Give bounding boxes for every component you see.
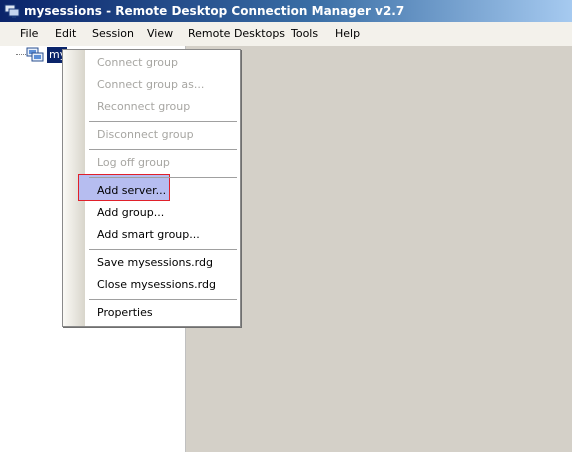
menu-item-close-file[interactable]: Close mysessions.rdg	[97, 277, 216, 293]
menu-item-connect-group[interactable]: Connect group	[97, 55, 178, 71]
menu-separator	[89, 149, 237, 150]
menu-file[interactable]: File	[20, 27, 38, 41]
tree-connector	[16, 54, 26, 55]
menu-tools[interactable]: Tools	[291, 27, 318, 41]
menu-item-reconnect-group[interactable]: Reconnect group	[97, 99, 190, 115]
app-icon	[4, 3, 20, 19]
menu-item-connect-group-as[interactable]: Connect group as...	[97, 77, 204, 93]
menu-help[interactable]: Help	[335, 27, 360, 41]
menu-item-disconnect-group[interactable]: Disconnect group	[97, 127, 194, 143]
menu-item-add-server[interactable]: Add server...	[97, 183, 166, 199]
menu-item-add-smart-group[interactable]: Add smart group...	[97, 227, 200, 243]
menu-item-add-group[interactable]: Add group...	[97, 205, 164, 221]
menu-edit[interactable]: Edit	[55, 27, 76, 41]
menu-session[interactable]: Session	[92, 27, 134, 41]
menu-remote-desktops[interactable]: Remote Desktops	[188, 27, 285, 41]
menu-item-log-off-group[interactable]: Log off group	[97, 155, 170, 171]
server-group-icon	[26, 47, 44, 63]
menu-bar: File Edit Session View Remote Desktops T…	[0, 22, 572, 46]
menu-view[interactable]: View	[147, 27, 173, 41]
menu-separator	[89, 299, 237, 300]
menu-item-save-file[interactable]: Save mysessions.rdg	[97, 255, 213, 271]
menu-separator	[89, 177, 237, 178]
title-bar[interactable]: mysessions - Remote Desktop Connection M…	[0, 0, 572, 22]
menu-separator	[89, 249, 237, 250]
menu-separator	[89, 121, 237, 122]
menu-item-properties[interactable]: Properties	[97, 305, 153, 321]
session-display-area	[186, 46, 572, 452]
context-menu: Connect group Connect group as... Reconn…	[62, 49, 241, 327]
window-title: mysessions - Remote Desktop Connection M…	[24, 4, 405, 18]
